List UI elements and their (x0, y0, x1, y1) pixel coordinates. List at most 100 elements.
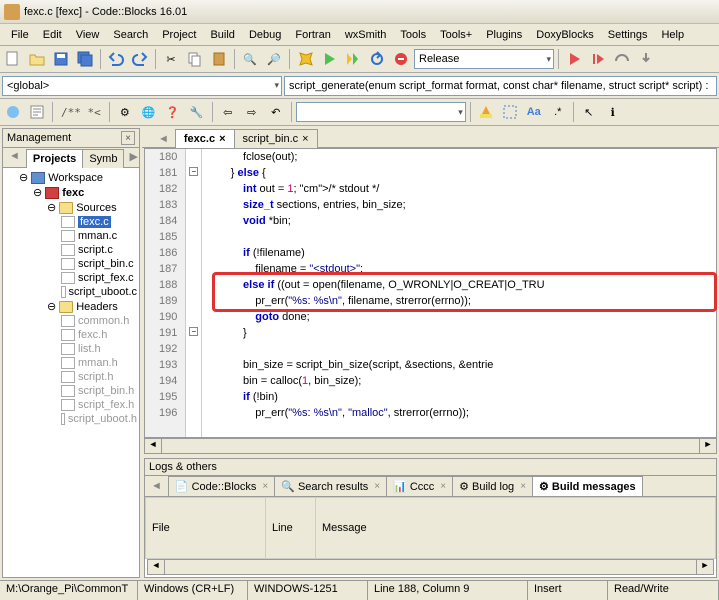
code-editor[interactable]: 1801811821831841851861871881891901911921… (142, 148, 719, 438)
tree-file[interactable]: script_bin.c (61, 257, 137, 271)
function-signature[interactable]: script_generate(enum script_format forma… (284, 76, 717, 96)
logs-title: Logs & others (149, 461, 217, 473)
menu-build[interactable]: Build (203, 27, 241, 43)
comment-prefix[interactable]: /** *< (57, 106, 105, 119)
tree-file[interactable]: script_fex.h (61, 398, 137, 412)
build-run-icon[interactable] (342, 48, 364, 70)
highlight-icon[interactable] (475, 101, 497, 123)
log-table[interactable]: FileLineMessage (145, 497, 716, 559)
undo-icon[interactable] (105, 48, 127, 70)
tree-file[interactable]: fexc.h (61, 328, 137, 342)
rebuild-icon[interactable] (366, 48, 388, 70)
log-tab-buildlog[interactable]: ⚙Build log× (452, 476, 533, 496)
tree-file[interactable]: fexc.c (61, 215, 137, 229)
tree-file[interactable]: script_uboot.h (61, 412, 137, 426)
menu-doxyblocks[interactable]: DoxyBlocks (529, 27, 600, 43)
logs-panel: Logs & others ◄ 📄Code::Blocks× 🔍Search r… (144, 458, 717, 578)
jump-combo[interactable] (296, 102, 466, 122)
doxy-html-icon[interactable]: 🌐 (138, 101, 160, 123)
horizontal-scrollbar[interactable] (144, 438, 717, 454)
menu-plugins[interactable]: Plugins (479, 27, 529, 43)
tree-file[interactable]: mman.h (61, 356, 137, 370)
tree-file[interactable]: script_fex.c (61, 271, 137, 285)
tree-file[interactable]: script.c (61, 243, 137, 257)
paste-icon[interactable] (208, 48, 230, 70)
copy-icon[interactable] (184, 48, 206, 70)
tree-file[interactable]: script.h (61, 370, 137, 384)
menu-file[interactable]: File (4, 27, 36, 43)
close-icon[interactable]: × (302, 133, 308, 145)
doxy-config-icon[interactable]: 🔧 (186, 101, 208, 123)
horizontal-scrollbar[interactable] (147, 559, 714, 575)
new-file-icon[interactable] (2, 48, 24, 70)
menu-debug[interactable]: Debug (242, 27, 288, 43)
tree-file[interactable]: script_uboot.c (61, 285, 137, 299)
log-tab-cccc[interactable]: 📊Cccc× (386, 476, 453, 496)
tree-sources-folder[interactable]: ⊖ Sources (47, 200, 137, 215)
pointer-icon[interactable]: ↖ (578, 101, 600, 123)
tree-file[interactable]: script_bin.h (61, 384, 137, 398)
tab-next-icon[interactable]: ▶ (123, 148, 143, 167)
toggle-case-icon[interactable]: Aa (523, 101, 545, 123)
editor-tab[interactable]: script_bin.c× (234, 129, 318, 148)
find-icon[interactable]: 🔍 (239, 48, 261, 70)
tree-project[interactable]: ⊖ fexc (33, 185, 137, 200)
abort-icon[interactable] (390, 48, 412, 70)
close-icon[interactable]: × (219, 133, 225, 145)
tree-headers-folder[interactable]: ⊖ Headers (47, 299, 137, 314)
menu-project[interactable]: Project (155, 27, 203, 43)
jump-last-icon[interactable]: ↶ (265, 101, 287, 123)
debug-continue-icon[interactable] (587, 48, 609, 70)
close-icon[interactable]: × (121, 131, 135, 145)
doxy-extract-icon[interactable] (26, 101, 48, 123)
tab-prev-icon[interactable]: ◄ (3, 148, 26, 167)
menu-tools[interactable]: Tools (393, 27, 433, 43)
menu-edit[interactable]: Edit (36, 27, 69, 43)
tree-file[interactable]: mman.c (61, 229, 137, 243)
tree-file[interactable]: list.h (61, 342, 137, 356)
doxy-run-icon[interactable]: ⚙ (114, 101, 136, 123)
info-icon[interactable]: ℹ (602, 101, 624, 123)
menu-help[interactable]: Help (654, 27, 691, 43)
status-encoding: WINDOWS-1251 (248, 581, 368, 600)
build-target-combo[interactable]: Release (414, 49, 554, 69)
menu-view[interactable]: View (69, 27, 107, 43)
editor-area: ◄ fexc.c× script_bin.c× 1801811821831841… (142, 126, 719, 580)
save-all-icon[interactable] (74, 48, 96, 70)
select-icon[interactable] (499, 101, 521, 123)
nav-fwd-icon[interactable]: ⇨ (241, 101, 263, 123)
menu-search[interactable]: Search (106, 27, 155, 43)
tab-projects[interactable]: Projects (26, 149, 83, 168)
cut-icon[interactable]: ✂ (160, 48, 182, 70)
tab-prev-icon[interactable]: ◄ (152, 131, 175, 147)
log-tab-search[interactable]: 🔍Search results× (274, 476, 387, 496)
tab-symbols[interactable]: Symb (82, 149, 124, 168)
menu-fortran[interactable]: Fortran (288, 27, 337, 43)
project-tree[interactable]: ⊖ Workspace ⊖ fexc ⊖ Sources fexc.c mman… (3, 168, 139, 577)
menu-toolsplus[interactable]: Tools+ (433, 27, 479, 43)
debug-run-icon[interactable] (563, 48, 585, 70)
doxy-wizard-icon[interactable] (2, 101, 24, 123)
redo-icon[interactable] (129, 48, 151, 70)
save-icon[interactable] (50, 48, 72, 70)
tree-workspace[interactable]: ⊖ Workspace (19, 170, 137, 185)
regex-icon[interactable]: .* (547, 101, 569, 123)
step-over-icon[interactable] (611, 48, 633, 70)
step-into-icon[interactable] (635, 48, 657, 70)
log-tab-buildmsg[interactable]: ⚙Build messages (532, 476, 643, 496)
open-icon[interactable] (26, 48, 48, 70)
build-icon[interactable] (294, 48, 316, 70)
tree-file[interactable]: common.h (61, 314, 137, 328)
log-tab-codeblocks[interactable]: 📄Code::Blocks× (168, 476, 275, 496)
nav-back-icon[interactable]: ⇦ (217, 101, 239, 123)
scope-combo[interactable]: <global> (2, 76, 282, 96)
replace-icon[interactable]: 🔎 (263, 48, 285, 70)
run-icon[interactable] (318, 48, 340, 70)
editor-tab[interactable]: fexc.c× (175, 129, 235, 148)
menu-bar: File Edit View Search Project Build Debu… (0, 24, 719, 46)
doxy-chm-icon[interactable]: ❓ (162, 101, 184, 123)
tab-prev-icon[interactable]: ◄ (145, 478, 168, 494)
status-eol: Windows (CR+LF) (138, 581, 248, 600)
menu-wxsmith[interactable]: wxSmith (338, 27, 394, 43)
menu-settings[interactable]: Settings (601, 27, 655, 43)
